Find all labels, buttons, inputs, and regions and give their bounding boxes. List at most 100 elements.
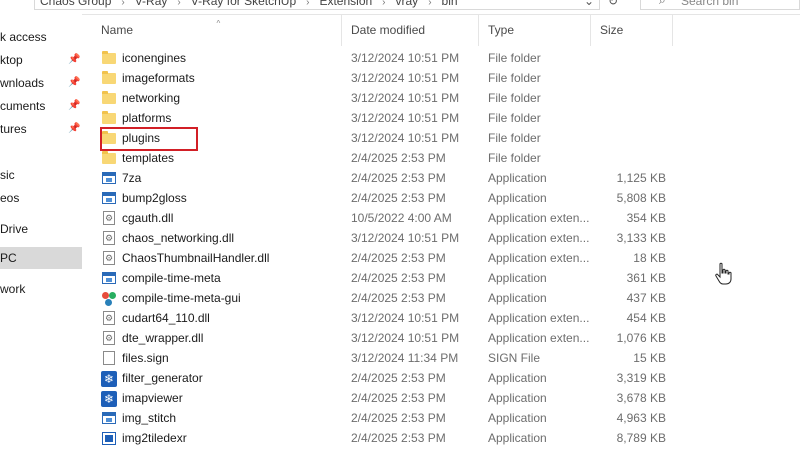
highlight-box [100,127,198,151]
file-row[interactable]: files.sign 3/12/2024 11:34 PM SIGN File 15 … [92,348,800,368]
file-size: 3,133 KB [616,231,666,245]
file-row[interactable]: cudart64_110.dll 3/12/2024 10:51 PM Applic… [92,308,800,328]
column-date[interactable]: Date modified [342,14,479,46]
column-name[interactable]: ^ Name [92,14,342,46]
file-type: File folder [488,151,541,165]
file-row[interactable]: compile-time-meta-gui 2/4/2025 2:53 PM App… [92,288,800,308]
dll-file-icon [101,310,117,326]
file-name-cell: img_stitch [101,408,347,428]
nav-item-label: PC [0,251,17,265]
file-row[interactable]: ChaosThumbnailHandler.dll 2/4/2025 2:53 P… [92,248,800,268]
file-name: dte_wrapper.dll [122,331,204,345]
file-type: File folder [488,71,541,85]
file-row[interactable]: networking 3/12/2024 10:51 PM File folder [92,88,800,108]
file-row[interactable]: ❄ filter_generator 2/4/2025 2:53 PM Applica… [92,368,800,388]
file-row[interactable]: cgauth.dll 10/5/2022 4:00 AM Application e… [92,208,800,228]
breadcrumb-separator-icon[interactable]: › [428,0,431,8]
column-type[interactable]: Type [479,14,591,46]
pin-icon: 📌 [68,77,81,88]
file-row[interactable]: iconengines 3/12/2024 10:51 PM File folder [92,48,800,68]
nav-item[interactable]: ktop 📌 [0,49,82,71]
breadcrumb-item[interactable]: Extension [319,0,372,8]
file-size: 437 KB [626,291,666,305]
file-row[interactable]: imageformats 3/12/2024 10:51 PM File folde… [92,68,800,88]
dll-file-icon [101,250,117,266]
nav-item[interactable]: PC [0,247,82,269]
file-date: 10/5/2022 4:00 AM [351,211,452,225]
file-size: 354 KB [626,211,666,225]
breadcrumb-item[interactable]: bin [442,0,458,8]
file-name: compile-time-meta [122,271,221,285]
file-size [600,108,666,128]
file-name-cell: ChaosThumbnailHandler.dll [101,248,347,268]
nav-item[interactable]: Drive [0,218,82,240]
breadcrumb-item[interactable]: V-Ray [135,0,168,8]
nav-item-label: eos [0,191,20,205]
file-type: Application [488,431,547,445]
file-name-cell: iconengines [101,48,347,68]
file-row[interactable]: bump2gloss 2/4/2025 2:53 PM Application 5,8… [92,188,800,208]
file-row[interactable]: img_stitch 2/4/2025 2:53 PM Application 4,9… [92,408,800,428]
file-size: 4,963 KB [616,411,666,425]
file-name-cell: files.sign [101,348,347,368]
file-date: 3/12/2024 10:51 PM [351,331,460,345]
snowflake-app-icon: ❄ [101,390,117,407]
file-row[interactable]: plugins 3/12/2024 10:51 PM File folder [92,128,800,148]
nav-item[interactable]: work [0,278,82,300]
file-type: File folder [488,91,541,105]
file-row[interactable]: compile-time-meta 2/4/2025 2:53 PM Applica… [92,268,800,288]
nav-item[interactable]: k access [0,26,82,48]
file-date: 2/4/2025 2:53 PM [351,291,446,305]
file-type: Application [488,391,547,405]
file-name: chaos_networking.dll [122,231,235,245]
file-name: imapviewer [122,391,183,405]
nav-item-label: tures [0,122,27,136]
file-row[interactable]: 7za 2/4/2025 2:53 PM Application 1,125 KB [92,168,800,188]
refresh-icon[interactable]: ↻ [604,0,622,10]
file-row[interactable]: dte_wrapper.dll 3/12/2024 10:51 PM Applica… [92,328,800,348]
dll-file-icon [101,330,117,346]
file-name: img2tiledexr [122,431,187,445]
file-size [600,68,666,88]
breadcrumb-separator-icon[interactable]: › [382,0,385,8]
file-name: ChaosThumbnailHandler.dll [122,251,270,265]
search-input[interactable]: ⌕ Search bin [640,0,800,10]
file-date: 3/12/2024 10:51 PM [351,231,460,245]
file-name: networking [122,91,181,105]
file-size: 3,319 KB [616,371,666,385]
file-row[interactable]: platforms 3/12/2024 10:51 PM File folder [92,108,800,128]
file-name: imageformats [122,71,195,85]
breadcrumb-item[interactable]: V-Ray for SketchUp [191,0,296,8]
navigation-pane: k access ktop 📌 wnloads 📌 cuments 📌 tures 📌 sic eo… [0,14,82,450]
file-row[interactable]: img2tiledexr 2/4/2025 2:53 PM Application 8… [92,428,800,448]
file-list: ^ Name Date modified Type Size iconengin… [92,14,800,450]
breadcrumb-item[interactable]: Chaos Group [40,0,111,8]
app-gui-icon [101,290,117,306]
nav-item[interactable]: tures 📌 [0,118,82,140]
nav-item[interactable]: cuments 📌 [0,95,82,117]
breadcrumb-separator-icon[interactable]: › [177,0,180,8]
breadcrumb-separator-icon[interactable]: › [121,0,124,8]
file-type: Application exten... [488,311,590,325]
breadcrumb-item[interactable]: vray [396,0,419,8]
file-name: platforms [122,111,172,125]
nav-item[interactable]: eos [0,187,82,209]
file-row[interactable]: chaos_networking.dll 3/12/2024 10:51 PM Ap… [92,228,800,248]
file-name: filter_generator [122,371,203,385]
breadcrumb-separator-icon[interactable]: › [306,0,309,8]
file-type: Application exten... [488,211,590,225]
file-name-cell: dte_wrapper.dll [101,328,347,348]
column-size[interactable]: Size [591,14,673,46]
nav-item[interactable]: sic [0,164,82,186]
chevron-down-icon[interactable]: ⌄ [580,0,598,10]
nav-item[interactable]: wnloads 📌 [0,72,82,94]
file-type: Application exten... [488,251,590,265]
file-name: templates [122,151,175,165]
file-name: img_stitch [122,411,177,425]
file-row[interactable]: ❄ imapviewer 2/4/2025 2:53 PM Application 3,… [92,388,800,408]
file-name-cell: cudart64_110.dll [101,308,347,328]
file-row[interactable]: templates 2/4/2025 2:53 PM File folder [92,148,800,168]
file-name: files.sign [122,351,169,365]
snowflake-app-icon: ❄ [101,370,117,387]
file-size: 8,789 KB [616,431,666,445]
